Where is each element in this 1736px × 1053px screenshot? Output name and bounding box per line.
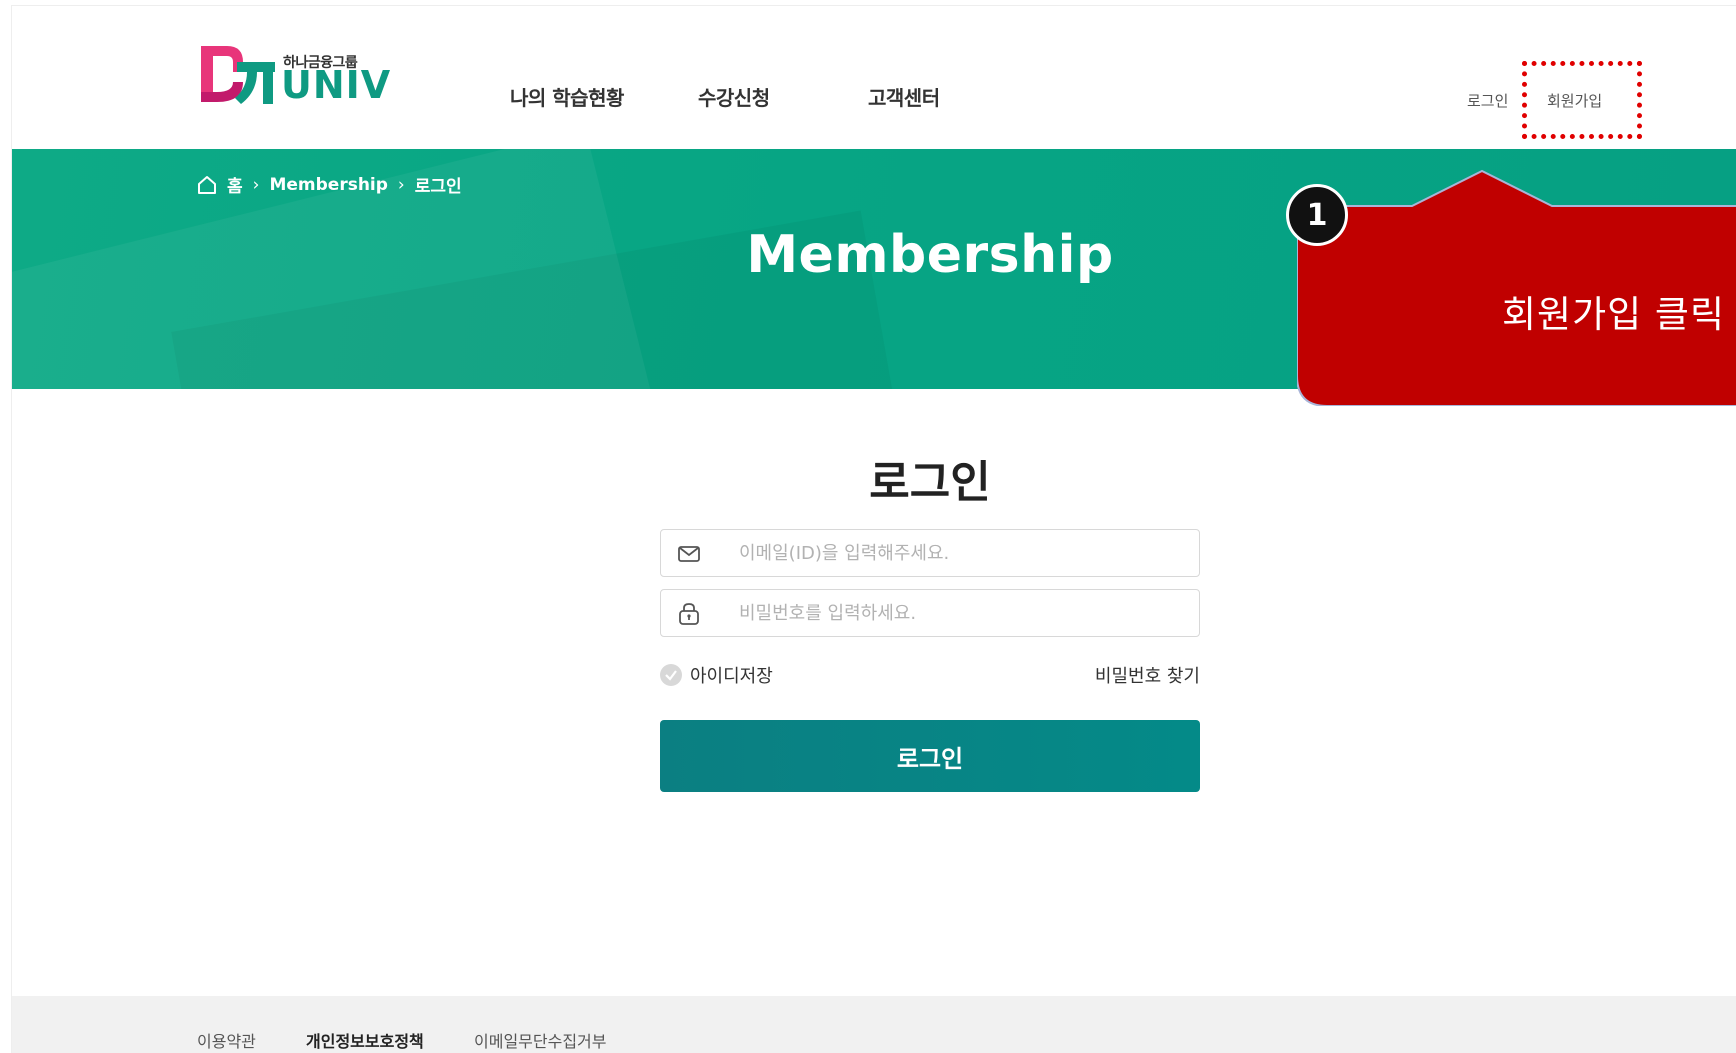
page: 하나금융그룹 UNIV 나의 학습현황 수강신청 고객센터 로그인 회원가입 홈… [11, 5, 1736, 1053]
signup-highlight-box [1522, 61, 1642, 139]
lock-icon [679, 603, 699, 625]
find-password-link[interactable]: 비밀번호 찾기 [1042, 662, 1200, 688]
chevron-right-icon: › [397, 174, 405, 195]
breadcrumb: 홈 › Membership › 로그인 [197, 172, 462, 197]
footer: 이용약관 개인정보보호정책 이메일무단수집거부 [12, 996, 1736, 1053]
footer-terms-link[interactable]: 이용약관 [197, 1028, 256, 1052]
login-title: 로그인 [869, 457, 991, 508]
step-badge: 1 [1286, 184, 1348, 246]
mail-icon [678, 546, 700, 562]
home-icon[interactable] [197, 175, 217, 195]
remember-id-checkbox[interactable]: 아이디저장 [660, 662, 773, 688]
footer-email-refusal-link[interactable]: 이메일무단수집거부 [474, 1028, 606, 1052]
email-field[interactable] [660, 529, 1200, 577]
callout-text: 회원가입 클릭 [1502, 293, 1726, 336]
logo[interactable]: 하나금융그룹 UNIV [197, 36, 390, 112]
password-field[interactable] [660, 589, 1200, 637]
nav-course-registration[interactable]: 수강신청 [698, 82, 770, 111]
footer-privacy-link[interactable]: 개인정보보호정책 [306, 1028, 424, 1052]
header: 하나금융그룹 UNIV 나의 학습현황 수강신청 고객센터 로그인 회원가입 [12, 6, 1736, 149]
password-input[interactable] [739, 590, 1179, 636]
nav-learning-status[interactable]: 나의 학습현황 [510, 82, 624, 111]
email-input[interactable] [739, 530, 1179, 576]
login-button[interactable]: 로그인 [660, 720, 1200, 792]
remember-id-label: 아이디저장 [690, 666, 773, 687]
login-link[interactable]: 로그인 [1467, 90, 1508, 111]
nav-customer-center[interactable]: 고객센터 [868, 82, 940, 111]
breadcrumb-home[interactable]: 홈 [227, 172, 243, 197]
logo-univ-text: UNIV [281, 63, 392, 107]
chevron-right-icon: › [252, 174, 260, 195]
logo-mark-icon [201, 46, 275, 104]
breadcrumb-login: 로그인 [414, 177, 462, 197]
check-icon[interactable] [660, 664, 682, 686]
breadcrumb-membership[interactable]: Membership [269, 175, 387, 195]
